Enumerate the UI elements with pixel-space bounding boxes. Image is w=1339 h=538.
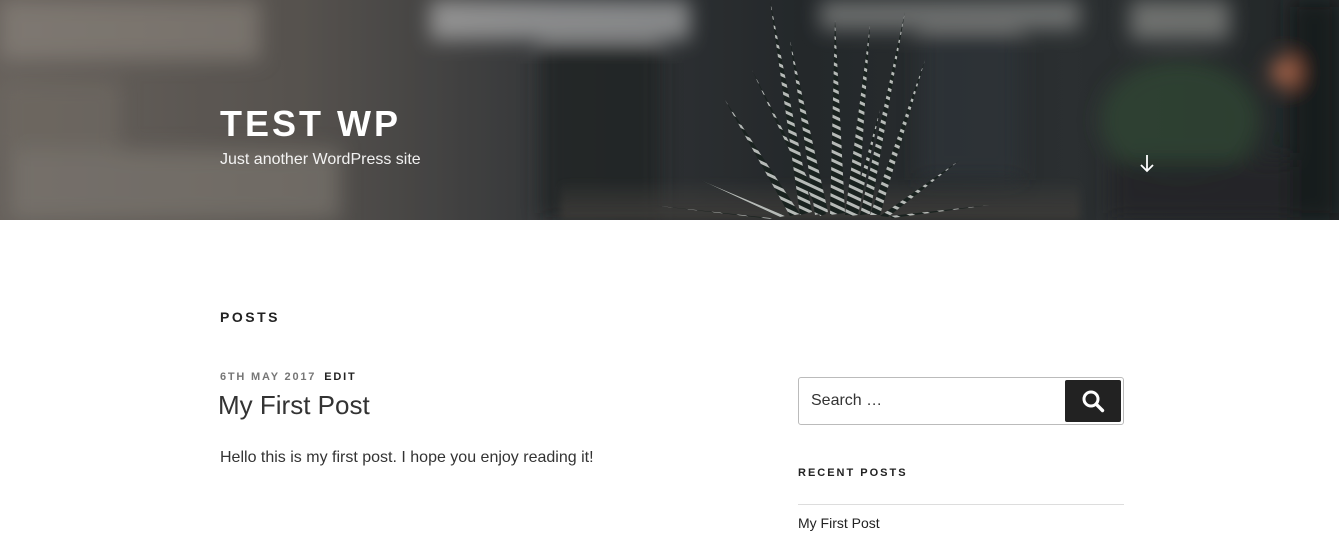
site-branding: TEST WP Just another WordPress site <box>220 104 421 170</box>
site-description: Just another WordPress site <box>220 151 421 168</box>
recent-post-link[interactable]: My First Post <box>798 514 880 532</box>
page-title: POSTS <box>220 309 280 325</box>
arrow-down-icon[interactable] <box>1136 152 1158 174</box>
post-excerpt: Hello this is my first post. I hope you … <box>220 449 594 466</box>
edit-post-link[interactable]: EDIT <box>324 371 356 383</box>
search-form <box>798 377 1124 425</box>
widget-divider <box>798 504 1124 505</box>
site-title-link[interactable]: TEST WP <box>220 104 421 144</box>
header-background-image <box>0 0 1339 220</box>
site-header: TEST WP Just another WordPress site <box>0 0 1339 220</box>
entry-meta: 6TH MAY 2017 EDIT <box>220 371 356 383</box>
post-date-link[interactable]: 6TH MAY 2017 <box>220 371 316 383</box>
search-button[interactable] <box>1065 380 1121 422</box>
post-title-link[interactable]: My First Post <box>218 388 370 422</box>
search-icon <box>1082 390 1105 413</box>
recent-posts-title: RECENT POSTS <box>798 467 908 479</box>
